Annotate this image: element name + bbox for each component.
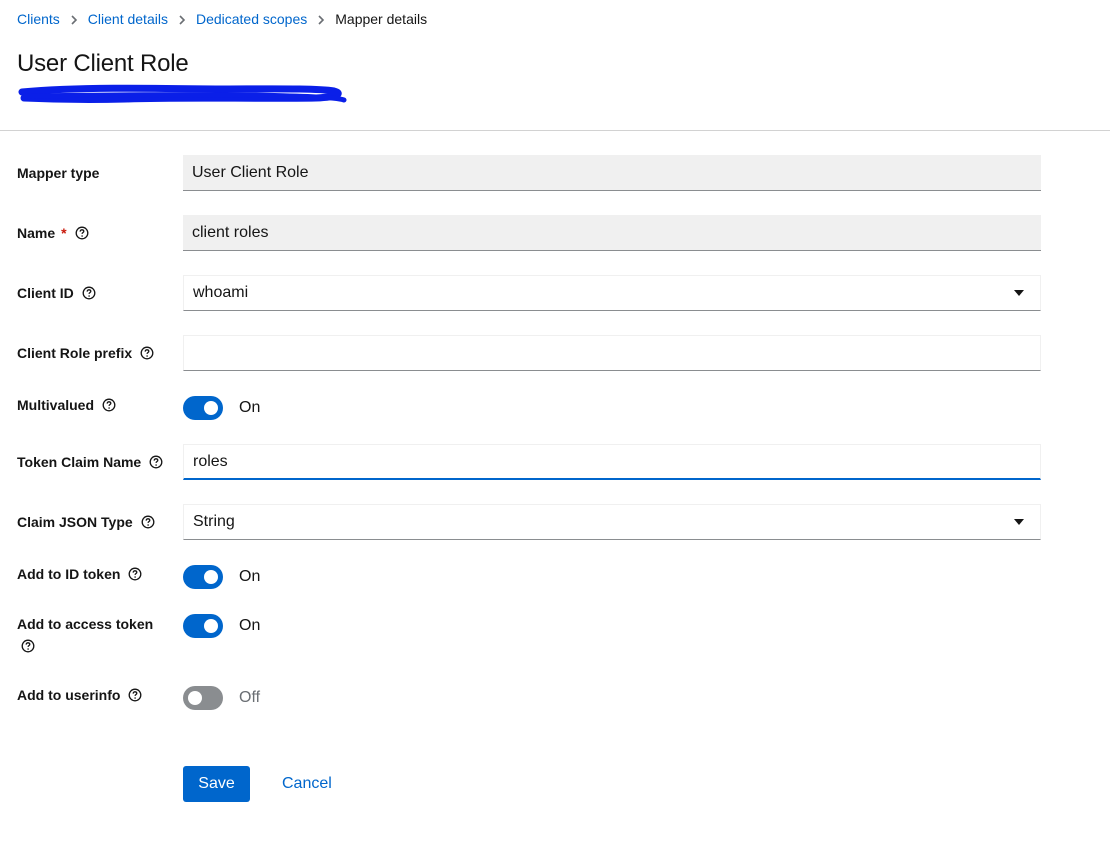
help-icon[interactable]: [102, 398, 116, 412]
header-divider: [0, 130, 1110, 131]
breadcrumb: Clients Client details Dedicated scopes …: [17, 10, 427, 28]
breadcrumb-link-clients[interactable]: Clients: [17, 11, 60, 27]
caret-down-icon: [1014, 519, 1024, 525]
toggle-knob: [204, 401, 218, 415]
label-name: Name *: [17, 225, 89, 241]
chevron-right-icon: [168, 11, 196, 27]
toggle-knob: [204, 570, 218, 584]
required-marker: *: [61, 225, 67, 241]
toggle-switch[interactable]: [183, 614, 223, 638]
label-add-to-id-token: Add to ID token: [17, 566, 142, 582]
chevron-right-icon: [60, 11, 88, 27]
label-client-role-prefix: Client Role prefix: [17, 345, 154, 361]
save-button[interactable]: Save: [183, 766, 250, 802]
help-icon[interactable]: [140, 346, 154, 360]
toggle-state-label: On: [239, 568, 261, 585]
token-claim-name-input[interactable]: roles: [183, 444, 1041, 480]
name-field: client roles: [183, 215, 1041, 251]
help-icon[interactable]: [82, 286, 96, 300]
label-add-to-userinfo: Add to userinfo: [17, 687, 142, 703]
add-to-userinfo-toggle[interactable]: Off: [183, 686, 260, 710]
toggle-switch[interactable]: [183, 686, 223, 710]
help-icon[interactable]: [128, 688, 142, 702]
toggle-state-label: On: [239, 617, 261, 634]
chevron-right-icon: [307, 11, 335, 27]
breadcrumb-link-client-details[interactable]: Client details: [88, 11, 168, 27]
toggle-switch[interactable]: [183, 565, 223, 589]
page-title: User Client Role: [17, 50, 189, 77]
redaction-scribble: [18, 84, 347, 103]
claim-json-type-select[interactable]: String: [183, 504, 1041, 540]
help-icon[interactable]: [141, 515, 155, 529]
label-multivalued: Multivalued: [17, 397, 116, 413]
label-token-claim-name: Token Claim Name: [17, 454, 163, 470]
caret-down-icon: [1014, 290, 1024, 296]
toggle-knob: [204, 619, 218, 633]
toggle-switch[interactable]: [183, 396, 223, 420]
toggle-state-label: On: [239, 399, 261, 416]
label-client-id: Client ID: [17, 285, 96, 301]
label-mapper-type: Mapper type: [17, 165, 100, 181]
client-id-select[interactable]: whoami: [183, 275, 1041, 311]
help-icon[interactable]: [128, 567, 142, 581]
add-to-id-token-toggle[interactable]: On: [183, 565, 260, 589]
mapper-type-field: User Client Role: [183, 155, 1041, 191]
breadcrumb-link-dedicated-scopes[interactable]: Dedicated scopes: [196, 11, 307, 27]
cancel-button[interactable]: Cancel: [270, 766, 344, 802]
toggle-knob: [188, 691, 202, 705]
label-add-to-access-token: Add to access token: [17, 615, 167, 653]
add-to-access-token-toggle[interactable]: On: [183, 614, 260, 638]
multivalued-toggle[interactable]: On: [183, 396, 260, 420]
breadcrumb-current: Mapper details: [335, 11, 428, 27]
client-role-prefix-input[interactable]: [183, 335, 1041, 371]
help-icon[interactable]: [75, 226, 89, 240]
help-icon[interactable]: [149, 455, 163, 469]
help-icon[interactable]: [21, 639, 35, 653]
label-claim-json-type: Claim JSON Type: [17, 514, 155, 530]
toggle-state-label: Off: [239, 689, 261, 706]
